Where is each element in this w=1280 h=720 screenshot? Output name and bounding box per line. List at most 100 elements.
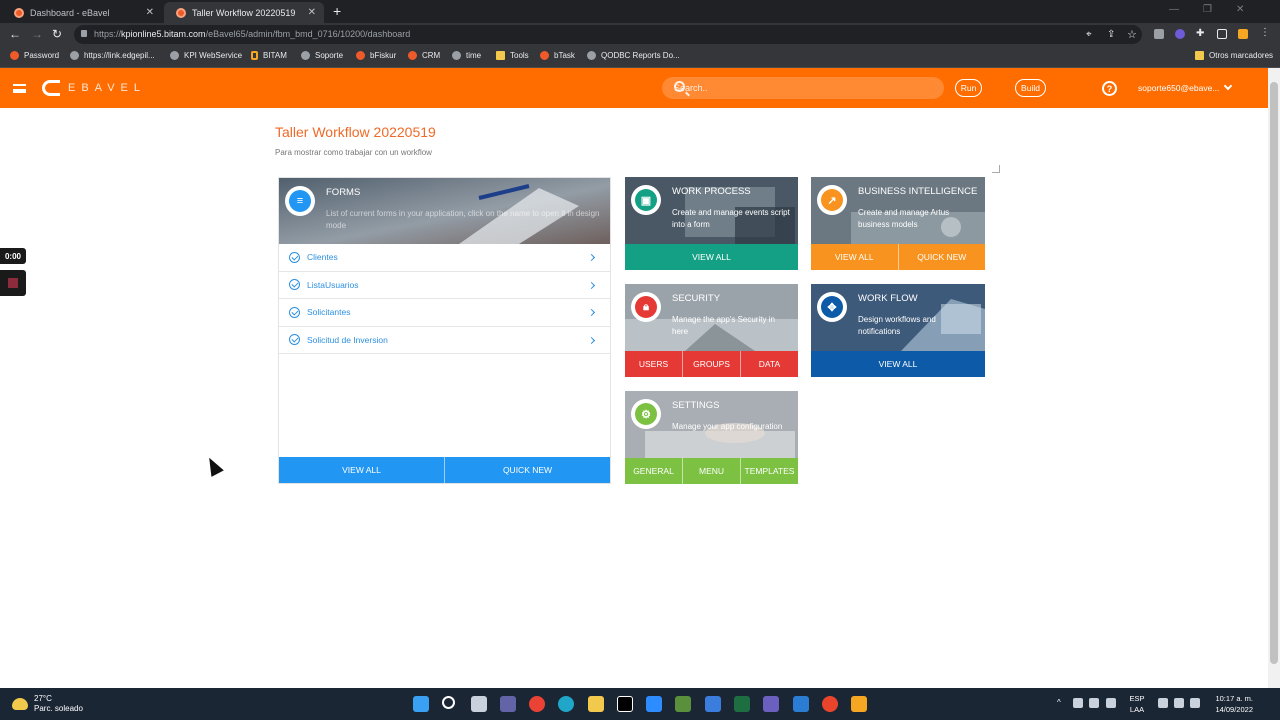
maximize-icon[interactable]: ❐ <box>1203 4 1212 15</box>
forward-icon[interactable]: → <box>31 27 43 41</box>
settings-menu-button[interactable]: MENU <box>683 458 741 484</box>
bi-quick-new-button[interactable]: QUICK NEW <box>899 244 986 270</box>
new-tab-icon[interactable]: + <box>333 3 341 19</box>
work-process-icon: ▣ <box>631 185 661 215</box>
page-scrollbar[interactable] <box>1268 68 1280 688</box>
bookmark-item[interactable]: KPI WebService <box>170 51 242 60</box>
tray-icon[interactable] <box>1073 698 1083 708</box>
workflow-card: ✥ WORK FLOW Design workflows and notific… <box>811 284 985 377</box>
bookmark-star-icon[interactable]: ☆ <box>1127 28 1137 41</box>
bookmark-item[interactable]: bFiskur <box>356 51 396 60</box>
extension-icon[interactable] <box>1175 29 1185 39</box>
weather-widget[interactable]: 27°C Parc. soleado <box>12 694 83 714</box>
file-explorer-icon[interactable] <box>588 696 604 712</box>
app-header: EBAVEL Search.. Run Build ? soporte650@e… <box>0 68 1268 108</box>
app-icon[interactable] <box>822 696 838 712</box>
location-icon[interactable]: ⌖ <box>1086 29 1096 40</box>
search-icon[interactable] <box>674 81 685 92</box>
excel-icon[interactable] <box>734 696 750 712</box>
reload-icon[interactable]: ↻ <box>52 27 62 41</box>
bookmark-item[interactable]: QODBC Reports Do... <box>587 51 680 60</box>
menu-dots-icon[interactable]: ⋮ <box>1260 27 1270 38</box>
extension-icon[interactable] <box>1154 29 1164 39</box>
stop-recording-button[interactable] <box>0 270 26 296</box>
edge-icon[interactable] <box>558 696 574 712</box>
forms-view-all-button[interactable]: VIEW ALL <box>279 457 445 483</box>
chrome-icon[interactable] <box>529 696 545 712</box>
bookmark-icon <box>10 51 19 60</box>
close-window-icon[interactable]: ✕ <box>1236 4 1244 15</box>
hamburger-menu-icon[interactable] <box>13 84 26 93</box>
app-icon[interactable] <box>617 696 633 712</box>
wifi-icon[interactable] <box>1158 698 1168 708</box>
page-title: Taller Workflow 20220519 <box>275 124 436 140</box>
teams-icon[interactable] <box>500 696 516 712</box>
work-process-view-all-button[interactable]: VIEW ALL <box>625 244 798 270</box>
work-process-actions: VIEW ALL <box>625 244 798 270</box>
run-button[interactable]: Run <box>955 79 982 97</box>
search-input[interactable]: Search.. <box>662 77 944 99</box>
bookmark-item[interactable]: time <box>452 51 481 60</box>
system-clock[interactable]: 10:17 a. m. 14/09/2022 <box>1205 693 1253 715</box>
bookmark-item[interactable]: https://link.edgepil... <box>70 51 155 60</box>
bookmark-item[interactable]: CRM <box>408 51 440 60</box>
help-icon[interactable]: ? <box>1102 81 1117 96</box>
bookmark-item[interactable]: Soporte <box>301 51 343 60</box>
puzzle-icon[interactable]: ✚ <box>1196 28 1206 39</box>
language-indicator[interactable]: ESP LAA <box>1128 693 1146 715</box>
microphone-icon[interactable] <box>1106 698 1116 708</box>
security-data-button[interactable]: DATA <box>741 351 798 377</box>
minimize-icon[interactable]: — <box>1169 4 1179 15</box>
security-users-button[interactable]: USERS <box>625 351 683 377</box>
workflow-description: Design workflows and notifications <box>858 315 936 336</box>
chevron-right-icon <box>587 308 596 317</box>
chevron-up-icon[interactable]: ^ <box>1057 698 1067 708</box>
volume-icon[interactable] <box>1174 698 1184 708</box>
settings-general-button[interactable]: GENERAL <box>625 458 683 484</box>
list-item[interactable]: ListaUsuarios <box>279 272 610 299</box>
bookmark-item[interactable]: Tools <box>496 51 529 60</box>
list-item[interactable]: Clientes <box>279 244 610 272</box>
app-icon[interactable] <box>793 696 809 712</box>
zoom-icon[interactable] <box>646 696 662 712</box>
url-input[interactable]: https://kpionline5.bitam.com/eBavel65/ad… <box>74 25 1142 44</box>
app-icon[interactable] <box>763 696 779 712</box>
business-intelligence-card: ↗ BUSINESS INTELLIGENCE Create and manag… <box>811 177 985 270</box>
close-tab-icon[interactable]: ✕ <box>308 7 316 18</box>
bi-view-all-button[interactable]: VIEW ALL <box>811 244 899 270</box>
profile-icon[interactable] <box>1238 29 1248 39</box>
other-bookmarks[interactable]: Otros marcadores <box>1195 51 1273 60</box>
bookmark-item[interactable]: Password <box>10 51 59 60</box>
app-icon[interactable] <box>675 696 691 712</box>
share-icon[interactable]: ⇪ <box>1107 29 1117 40</box>
tab-dashboard[interactable]: Dashboard - eBavel ✕ <box>2 2 162 23</box>
back-icon[interactable]: ← <box>9 27 21 41</box>
page-subtitle: Para mostrar como trabajar con un workfl… <box>275 148 432 157</box>
forms-quick-new-button[interactable]: QUICK NEW <box>445 457 610 483</box>
tab-taller-workflow[interactable]: Taller Workflow 20220519 ✕ <box>164 2 324 23</box>
work-process-card: ▣ WORK PROCESS Create and manage events … <box>625 177 798 270</box>
list-item[interactable]: Solicitud de Inversion <box>279 327 610 354</box>
app-icon[interactable] <box>705 696 721 712</box>
app-icon[interactable] <box>851 696 867 712</box>
search-icon[interactable] <box>442 696 455 709</box>
close-tab-icon[interactable]: ✕ <box>146 7 154 18</box>
bookmark-item[interactable]: bTask <box>540 51 575 60</box>
task-view-icon[interactable] <box>471 696 487 712</box>
build-button[interactable]: Build <box>1015 79 1046 97</box>
bookmark-item[interactable]: BITAM <box>251 51 287 60</box>
ebavel-logo[interactable]: EBAVEL <box>42 80 146 96</box>
chevron-down-icon <box>1224 81 1233 91</box>
battery-icon[interactable] <box>1190 698 1200 708</box>
security-groups-button[interactable]: GROUPS <box>683 351 741 377</box>
user-menu[interactable]: soporte650@ebave... <box>1138 81 1233 93</box>
folder-icon <box>496 51 505 60</box>
sidepanel-icon[interactable] <box>1217 29 1227 39</box>
settings-templates-button[interactable]: TEMPLATES <box>741 458 798 484</box>
windows-start-icon[interactable] <box>413 696 429 712</box>
list-item[interactable]: Solicitantes <box>279 299 610 327</box>
resize-handle[interactable] <box>992 165 1000 173</box>
tray-icon[interactable] <box>1089 698 1099 708</box>
workflow-view-all-button[interactable]: VIEW ALL <box>811 351 985 377</box>
scrollbar-thumb[interactable] <box>1270 82 1278 664</box>
